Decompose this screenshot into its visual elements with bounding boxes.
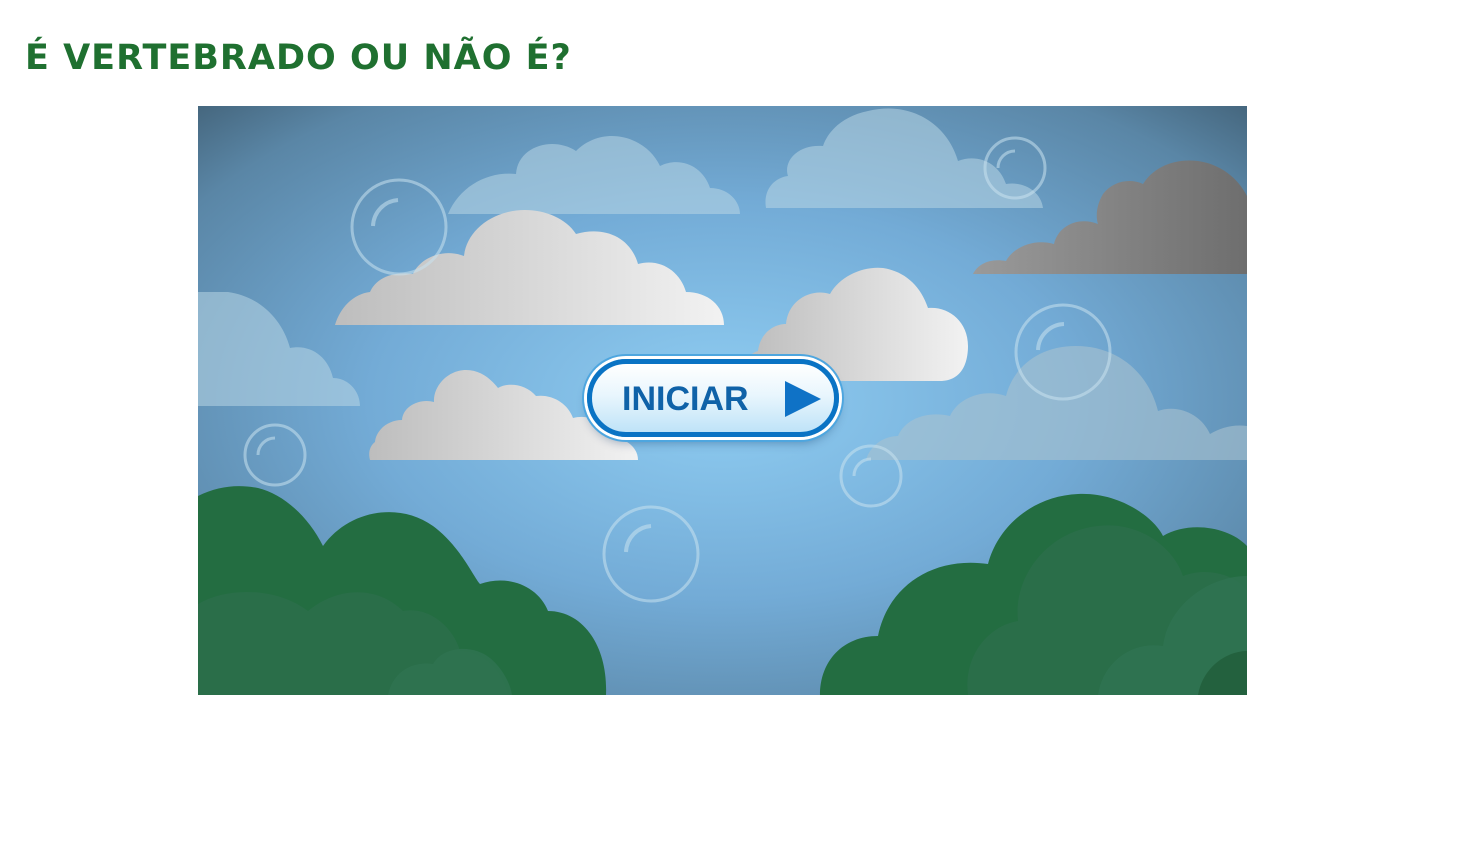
start-button[interactable]: INICIAR [587, 359, 839, 437]
page-title: É VERTEBRADO OU NÃO É? [25, 38, 572, 78]
play-triangle-icon [785, 381, 821, 417]
start-button-label: INICIAR [622, 380, 749, 418]
game-canvas[interactable]: INICIAR [198, 106, 1247, 695]
page: É VERTEBRADO OU NÃO É? INICIAR [0, 0, 1460, 850]
